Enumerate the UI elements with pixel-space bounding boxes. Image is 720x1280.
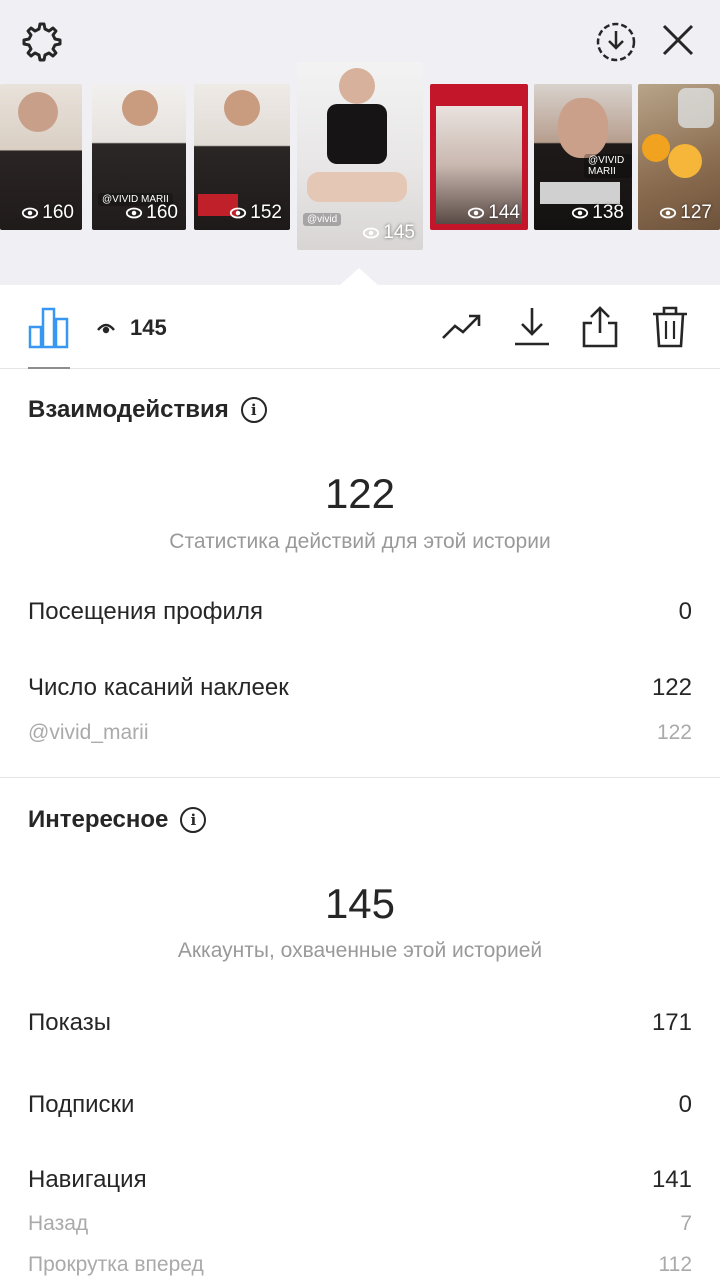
metric-subvalue: 112 [658, 1253, 692, 1276]
discovery-total: 145 [324, 880, 396, 927]
metric-row-sticker-taps: Число касаний наклеек 122 [28, 674, 692, 702]
thumbnail-tag: @vivid [303, 213, 342, 226]
interactions-subtitle: Статистика действий для этой истории [169, 530, 551, 553]
metric-value: 0 [678, 598, 692, 625]
info-icon[interactable]: i [240, 397, 267, 423]
interactions-title: Взаимодействия i [28, 396, 267, 424]
eye-icon [126, 207, 143, 219]
discovery-subtitle: Аккаунты, охваченные этой историей [177, 939, 543, 962]
discovery-title: Интересное i [28, 806, 207, 834]
story-thumbnail-selected[interactable]: @vivid 145 [297, 62, 423, 250]
metric-row-navigation: Навигация 141 [28, 1166, 692, 1194]
metric-sublabel: @vivid_marii [28, 721, 149, 744]
eye-icon [468, 207, 485, 219]
interactions-title-text: Взаимодействия [28, 396, 229, 423]
trend-icon[interactable] [440, 305, 484, 349]
share-icon[interactable] [578, 305, 622, 349]
eye-icon [660, 207, 677, 219]
view-count: 145 [96, 315, 167, 341]
metric-sublabel: Прокрутка вперед [28, 1253, 204, 1276]
thumbnail-views: 160 [42, 202, 74, 223]
story-strip-panel: 160 @VIVID MARII 160 152 @vivid 145 144 [0, 0, 720, 286]
thumbnail-views: 144 [488, 202, 520, 223]
metric-subrow-mention: @vivid_marii 122 [28, 721, 692, 745]
selection-pointer [339, 268, 379, 286]
metric-label: Навигация [28, 1166, 147, 1193]
metric-label: Подписки [28, 1091, 135, 1118]
metric-row-profile-visits: Посещения профиля 0 [28, 598, 692, 626]
thumbnail-views: 138 [592, 202, 624, 223]
thumbnail-views: 152 [250, 202, 282, 223]
eye-icon [230, 207, 247, 219]
close-icon[interactable] [656, 18, 700, 62]
eye-icon [97, 323, 115, 334]
story-thumbnail[interactable]: 160 [0, 84, 82, 230]
metric-label: Показы [28, 1009, 111, 1036]
metric-subrow-forward: Прокрутка вперед 112 [28, 1253, 692, 1277]
story-thumbnail[interactable]: @VIVID MARII 160 [92, 84, 186, 230]
trash-icon[interactable] [648, 305, 692, 349]
gear-icon[interactable] [18, 18, 66, 66]
thumbnail-tag: @VIVID MARII [584, 154, 632, 178]
active-tab-indicator [28, 367, 70, 369]
insights-toolbar: 145 [0, 285, 720, 369]
metric-value: 141 [651, 1166, 692, 1193]
eye-icon [22, 207, 39, 219]
info-icon[interactable]: i [180, 807, 207, 833]
section-divider [0, 777, 720, 778]
thumbnail-views: 127 [680, 202, 712, 223]
metric-subvalue: 122 [656, 721, 692, 744]
metric-value: 122 [651, 674, 692, 701]
metric-subvalue: 7 [680, 1212, 692, 1235]
download-circle-icon[interactable] [592, 18, 640, 66]
interactions-total: 122 [324, 470, 396, 517]
metric-sublabel: Назад [28, 1212, 89, 1235]
metric-value: 171 [651, 1009, 692, 1036]
thumbnail-views: 145 [383, 222, 415, 243]
bar-chart-icon[interactable] [28, 305, 70, 369]
metric-row-impressions: Показы 171 [28, 1009, 692, 1037]
metric-label: Посещения профиля [28, 598, 263, 625]
story-thumbnail[interactable]: @VIVID MARII 138 [534, 84, 632, 230]
eye-icon [572, 207, 589, 219]
story-thumbnail[interactable]: 127 [638, 84, 720, 230]
view-count-value: 145 [130, 315, 167, 340]
thumbnail-views: 160 [146, 202, 178, 223]
story-thumbnail-strip[interactable]: 160 @VIVID MARII 160 152 @vivid 145 144 [0, 62, 720, 262]
metric-label: Число касаний наклеек [28, 674, 289, 701]
discovery-title-text: Интересное [28, 806, 169, 833]
story-thumbnail[interactable]: 144 [430, 84, 528, 230]
story-thumbnail[interactable]: 152 [194, 84, 290, 230]
download-icon[interactable] [510, 305, 554, 349]
metric-row-follows: Подписки 0 [28, 1091, 692, 1119]
eye-icon [363, 227, 380, 239]
metric-value: 0 [678, 1091, 692, 1118]
metric-subrow-back: Назад 7 [28, 1212, 692, 1236]
